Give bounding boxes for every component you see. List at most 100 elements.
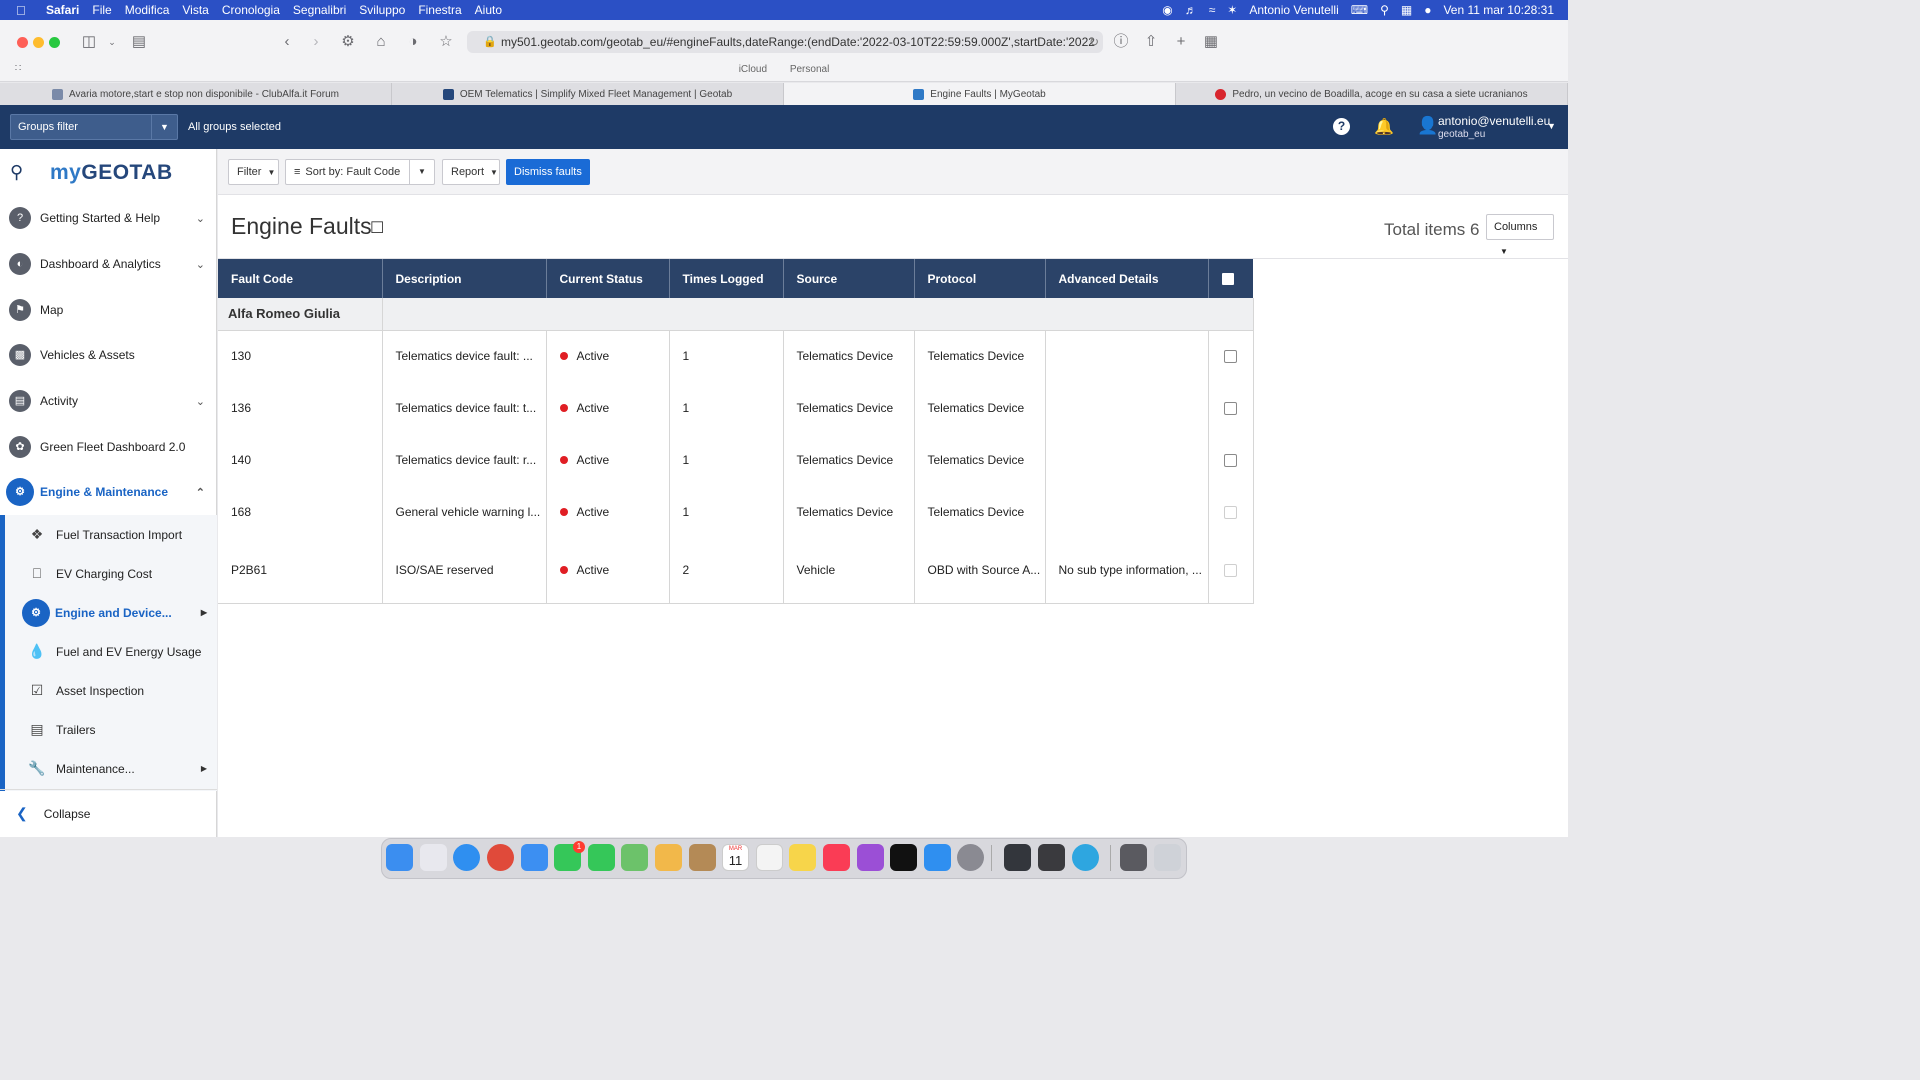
- row-checkbox[interactable]: [1223, 350, 1237, 364]
- forward-icon[interactable]: ›: [306, 33, 326, 51]
- reload-icon[interactable]: ↻: [1089, 31, 1099, 53]
- table-row[interactable]: 168 General vehicle warning l... Active …: [218, 486, 1254, 538]
- keyboard-icon[interactable]: ⌨: [1351, 3, 1368, 17]
- collapse-button[interactable]: ❮ Collapse: [0, 789, 217, 837]
- menu-aiuto[interactable]: Aiuto: [475, 3, 502, 17]
- sort-dropdown[interactable]: ≡ Sort by: Fault Code ▼: [285, 159, 435, 185]
- profile-icloud[interactable]: iCloud: [739, 64, 767, 75]
- menu-sviluppo[interactable]: Sviluppo: [359, 3, 405, 17]
- appletv-icon[interactable]: [890, 844, 917, 871]
- sidebar-item-vehicles[interactable]: ▩ Vehicles & Assets: [0, 332, 217, 378]
- stickies-icon[interactable]: [789, 844, 816, 871]
- sidebar-item-map[interactable]: ⚑ Map: [0, 287, 217, 333]
- mygeotab-logo[interactable]: myGEOTAB: [50, 161, 173, 185]
- dismiss-faults-button[interactable]: Dismiss faults: [506, 159, 590, 185]
- calculator-icon[interactable]: [1038, 844, 1065, 871]
- column-header-times-logged[interactable]: Times Logged: [669, 259, 784, 298]
- chevron-up-icon[interactable]: ⌃: [196, 486, 205, 499]
- bell-icon[interactable]: 🔔: [1374, 117, 1394, 137]
- location-status-icon[interactable]: ◉: [1162, 3, 1172, 17]
- sidebar-subitem-engine-device[interactable]: ⚙ Engine and Device... ▶: [5, 593, 217, 632]
- menu-app-name[interactable]: Safari: [46, 3, 79, 17]
- zoom-window-icon[interactable]: [49, 37, 60, 48]
- telegram-icon[interactable]: [1072, 844, 1099, 871]
- chevron-down-icon[interactable]: ⌄: [102, 33, 122, 51]
- menu-finestra[interactable]: Finestra: [418, 3, 461, 17]
- sidebar-item-engine-maintenance[interactable]: ⚙ Engine & Maintenance ⌃: [0, 469, 217, 515]
- bluetooth-icon[interactable]: ✶: [1227, 3, 1237, 17]
- minimize-window-icon[interactable]: [33, 37, 44, 48]
- sidebar-item-dashboard[interactable]: ◐ Dashboard & Analytics ⌄: [0, 241, 217, 287]
- column-header-fault-code[interactable]: Fault Code: [218, 259, 383, 298]
- column-header-description[interactable]: Description: [382, 259, 547, 298]
- close-window-icon[interactable]: [17, 37, 28, 48]
- caret-down-icon[interactable]: ▼: [1547, 121, 1556, 131]
- browser-tab-2[interactable]: OEM Telematics | Simplify Mixed Fleet Ma…: [392, 83, 784, 105]
- user-icon[interactable]: 👤: [1417, 116, 1438, 136]
- podcasts-icon[interactable]: [857, 844, 884, 871]
- system-preferences-icon[interactable]: [957, 844, 984, 871]
- table-row[interactable]: 140 Telematics device fault: r... Active…: [218, 434, 1254, 486]
- extension-gear-icon[interactable]: ⚙: [338, 33, 358, 51]
- sidebar-subitem-fuel-ev-usage[interactable]: 💧 Fuel and EV Energy Usage: [5, 632, 217, 671]
- chrome-icon[interactable]: [487, 844, 514, 871]
- sidebar-item-activity[interactable]: ▤ Activity ⌄: [0, 378, 217, 424]
- maps-icon[interactable]: [621, 844, 648, 871]
- sidebar-subitem-fuel-transaction[interactable]: ❖ Fuel Transaction Import: [5, 515, 217, 554]
- row-checkbox[interactable]: [1223, 506, 1237, 520]
- sidebar-subitem-asset-inspection[interactable]: ☑ Asset Inspection: [5, 671, 217, 710]
- menu-user-name[interactable]: Antonio Venutelli: [1249, 3, 1338, 17]
- apple-icon[interactable]: : [16, 3, 34, 18]
- spotlight-icon[interactable]: ⚲: [1380, 3, 1389, 17]
- filter-button[interactable]: Filter ▼: [228, 159, 279, 185]
- caret-down-icon[interactable]: ▼: [409, 160, 434, 184]
- share-icon[interactable]: ⇧: [1141, 33, 1161, 51]
- profile-personal[interactable]: Personal: [790, 64, 829, 75]
- finder-icon[interactable]: [386, 844, 413, 871]
- browser-tab-1[interactable]: Avaria motore,start e stop non disponibi…: [0, 83, 392, 105]
- select-all-checkbox[interactable]: [1221, 273, 1234, 286]
- caret-right-icon[interactable]: ▶: [201, 608, 207, 617]
- browser-tab-3[interactable]: Engine Faults | MyGeotab: [784, 83, 1176, 105]
- address-bar[interactable]: 🔒 my501.geotab.com/geotab_eu/#engineFaul…: [467, 31, 1103, 53]
- appstore-icon[interactable]: [924, 844, 951, 871]
- safari-icon[interactable]: [453, 844, 480, 871]
- grid-icon[interactable]: ▦: [1201, 33, 1221, 51]
- mail-icon[interactable]: [521, 844, 548, 871]
- bookmark-icon[interactable]: ☐: [370, 218, 384, 238]
- chevron-down-icon[interactable]: ⌄: [196, 258, 205, 271]
- sidebar-item-green-fleet[interactable]: ✿ Green Fleet Dashboard 2.0: [0, 424, 217, 470]
- sidebar-subitem-trailers[interactable]: ▤ Trailers: [5, 710, 217, 749]
- info-icon[interactable]: ⓘ: [1111, 33, 1131, 51]
- reminders-icon[interactable]: [756, 844, 783, 871]
- column-header-advanced-details[interactable]: Advanced Details: [1045, 259, 1209, 298]
- search-icon[interactable]: ⚲: [10, 162, 23, 183]
- photos-icon[interactable]: [655, 844, 682, 871]
- caret-right-icon[interactable]: ▶: [201, 764, 207, 773]
- music-icon[interactable]: [823, 844, 850, 871]
- back-icon[interactable]: ‹: [277, 33, 297, 51]
- siri-icon[interactable]: ●: [1424, 3, 1431, 17]
- chevron-down-icon[interactable]: ⌄: [196, 395, 205, 408]
- messages-icon[interactable]: [588, 844, 615, 871]
- browser-tab-4[interactable]: Pedro, un vecino de Boadilla, acoge en s…: [1176, 83, 1568, 105]
- column-header-current-status[interactable]: Current Status: [546, 259, 670, 298]
- row-checkbox[interactable]: [1223, 454, 1237, 468]
- column-header-protocol[interactable]: Protocol: [914, 259, 1046, 298]
- groups-filter-dropdown[interactable]: Groups filter ▼: [10, 114, 178, 140]
- quicktime-icon[interactable]: [1004, 844, 1031, 871]
- table-row[interactable]: 136 Telematics device fault: t... Active…: [218, 382, 1254, 434]
- home-icon[interactable]: ⌂: [371, 33, 391, 51]
- caret-down-icon[interactable]: ▼: [151, 115, 177, 139]
- calendar-icon[interactable]: MAR 11: [722, 844, 749, 871]
- row-checkbox[interactable]: [1223, 564, 1237, 578]
- tab-overview-icon[interactable]: ▤: [129, 33, 149, 51]
- help-icon[interactable]: ?: [1333, 118, 1350, 135]
- sidebar-subitem-ev-charging[interactable]: ⎕ EV Charging Cost: [5, 554, 217, 593]
- notes-icon[interactable]: [689, 844, 716, 871]
- menu-clock[interactable]: Ven 11 mar 10:28:31: [1443, 3, 1554, 17]
- menu-modifica[interactable]: Modifica: [125, 3, 170, 17]
- volume-icon[interactable]: ♬: [1185, 3, 1197, 17]
- menu-cronologia[interactable]: Cronologia: [222, 3, 280, 17]
- column-header-source[interactable]: Source: [783, 259, 915, 298]
